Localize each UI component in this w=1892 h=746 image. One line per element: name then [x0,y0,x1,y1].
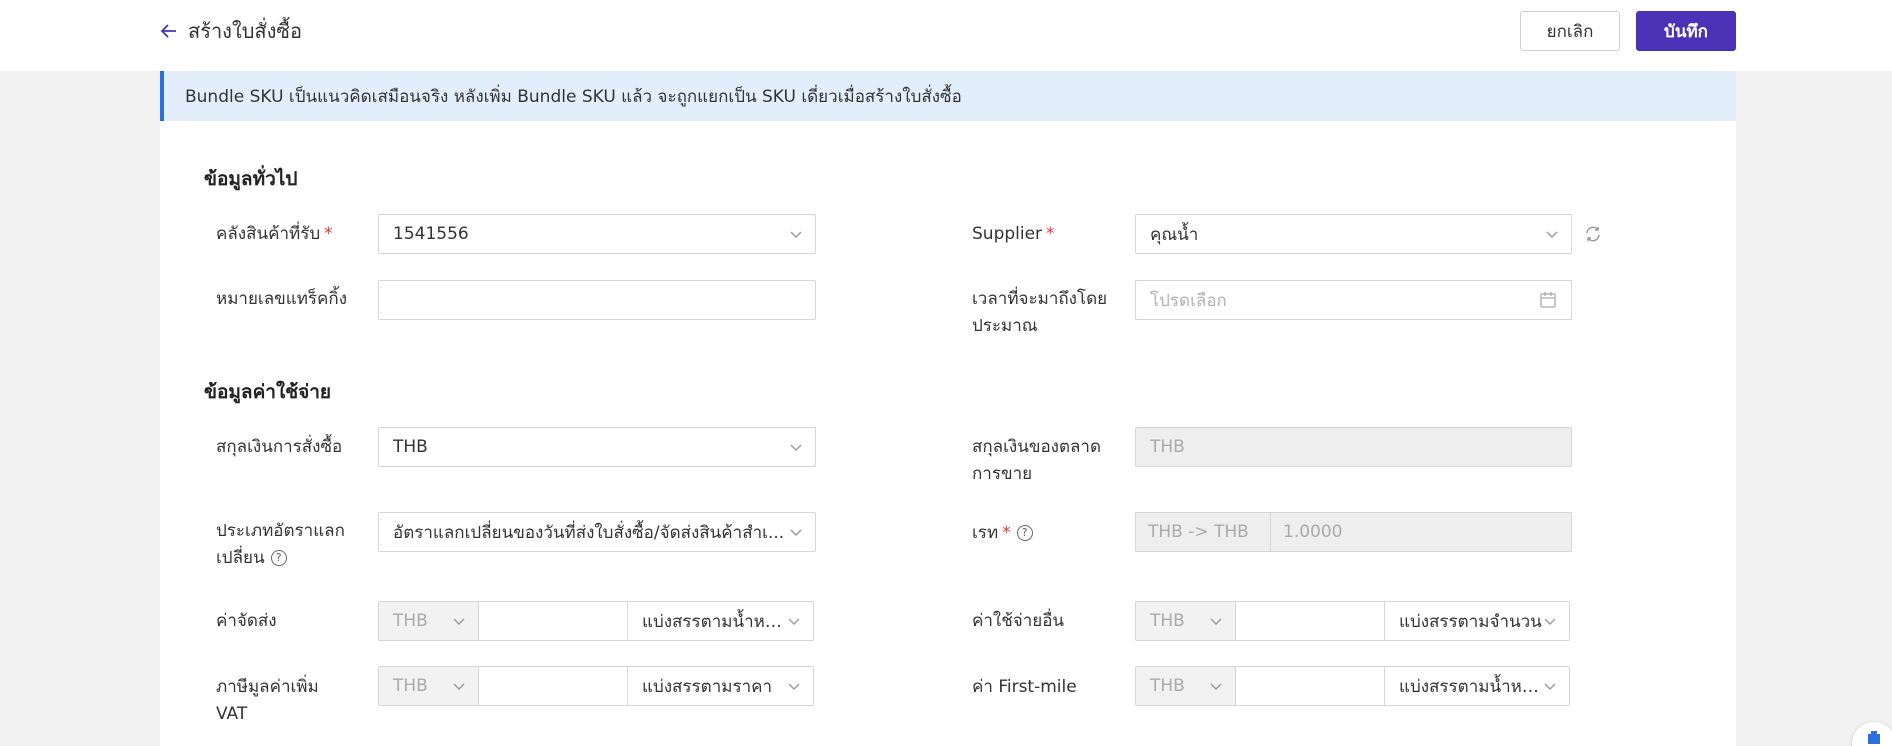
rate-value: 1.0000 [1283,522,1343,542]
cancel-button[interactable]: ยกเลิก [1520,11,1620,51]
form-card: Bundle SKU เป็นแนวคิดเสมือนจริง หลังเพิ่… [160,71,1736,746]
help-icon[interactable]: ? [270,550,287,566]
chevron-down-icon [1544,683,1556,690]
eta-label: เวลาที่จะมาถึงโดย ประมาณ [972,289,1108,336]
chevron-down-icon [453,683,465,690]
calendar-icon [1540,292,1556,308]
warehouse-select[interactable]: 1541556 [378,214,816,254]
rate-label: เรท *? [972,520,1033,547]
bundle-notice: Bundle SKU เป็นแนวคิดเสมือนจริง หลังเพิ่… [160,71,1736,121]
chevron-down-icon [790,231,802,238]
vat-split-select[interactable]: แบ่งสรรตามราคา [628,667,813,705]
tracking-label: หมายเลขแทร็คกิ้ง [216,289,348,309]
top-bar: สร้างใบสั่งซื้อ ยกเลิก บันทึก [0,0,1892,71]
chevron-down-icon [1546,231,1558,238]
chevron-down-icon [788,683,800,690]
other-split-select[interactable]: แบ่งสรรตามจำนวน [1385,602,1569,640]
po-currency-select[interactable]: THB [378,427,816,467]
shipping-label: ค่าจัดส่ง [216,611,277,631]
general-section-title: ข้อมูลทั่วไป [204,168,298,190]
other-currency-select[interactable]: THB [1136,602,1236,640]
arrow-left-icon [160,24,176,38]
other-cost-group: THB แบ่งสรรตามจำนวน [1135,601,1570,641]
market-currency-field: THB [1135,427,1572,467]
firstmile-cost-group: THB แบ่งสรรตามน้ำหน... [1135,666,1570,706]
supplier-select[interactable]: คุณน้ำ [1135,214,1572,254]
notice-text: Bundle SKU เป็นแนวคิดเสมือนจริง หลังเพิ่… [185,86,962,107]
chevron-down-icon [790,529,802,536]
firstmile-label: ค่า First-mile [972,677,1077,697]
warehouse-label: คลังสินค้าที่รับ * [216,224,333,244]
firstmile-amount-input[interactable] [1236,667,1385,705]
shipping-currency-select[interactable]: THB [379,602,479,640]
float-action-icon [1868,731,1880,744]
vat-cost-group: THB แบ่งสรรตามราคา [378,666,814,706]
supplier-label: Supplier * [972,224,1055,244]
eta-date-picker[interactable]: โปรดเลือก [1135,280,1572,320]
back-button[interactable]: สร้างใบสั่งซื้อ [160,16,302,46]
firstmile-split-select[interactable]: แบ่งสรรตามน้ำหน... [1385,667,1569,705]
fx-type-label: ประเภทอัตราแลก เปลี่ยน? [216,521,345,568]
shipping-amount-input[interactable] [479,602,628,640]
vat-currency-select[interactable]: THB [379,667,479,705]
chevron-down-icon [453,618,465,625]
shipping-cost-group: THB แบ่งสรรตามน้ำหน... [378,601,814,641]
chevron-down-icon [1210,618,1222,625]
other-amount-input[interactable] [1236,602,1385,640]
chevron-down-icon [788,618,800,625]
shipping-split-select[interactable]: แบ่งสรรตามน้ำหน... [628,602,813,640]
save-button[interactable]: บันทึก [1636,11,1736,51]
refresh-icon[interactable] [1584,225,1602,243]
cost-section-title: ข้อมูลค่าใช้จ่าย [204,381,332,403]
market-currency-label: สกุลเงินของตลาด การขาย [972,437,1101,484]
page-title: สร้างใบสั่งซื้อ [188,19,302,43]
chevron-down-icon [1210,683,1222,690]
firstmile-currency-select[interactable]: THB [1136,667,1236,705]
help-icon[interactable]: ? [1016,525,1033,541]
rate-field: THB -> THB 1.0000 [1135,512,1572,552]
tracking-input[interactable] [378,280,816,320]
chevron-down-icon [790,444,802,451]
vat-label: ภาษีมูลค่าเพิ่ม VAT [216,677,319,724]
floating-action-button[interactable] [1852,722,1892,746]
fx-type-select[interactable]: อัตราแลกเปลี่ยนของวันที่ส่งใบสั่งซื้อ/จั… [378,512,816,552]
chevron-down-icon [1544,618,1556,625]
other-cost-label: ค่าใช้จ่ายอื่น [972,611,1065,631]
rate-pair: THB -> THB [1136,513,1271,551]
po-currency-label: สกุลเงินการสั่งซื้อ [216,437,343,457]
vat-amount-input[interactable] [479,667,628,705]
